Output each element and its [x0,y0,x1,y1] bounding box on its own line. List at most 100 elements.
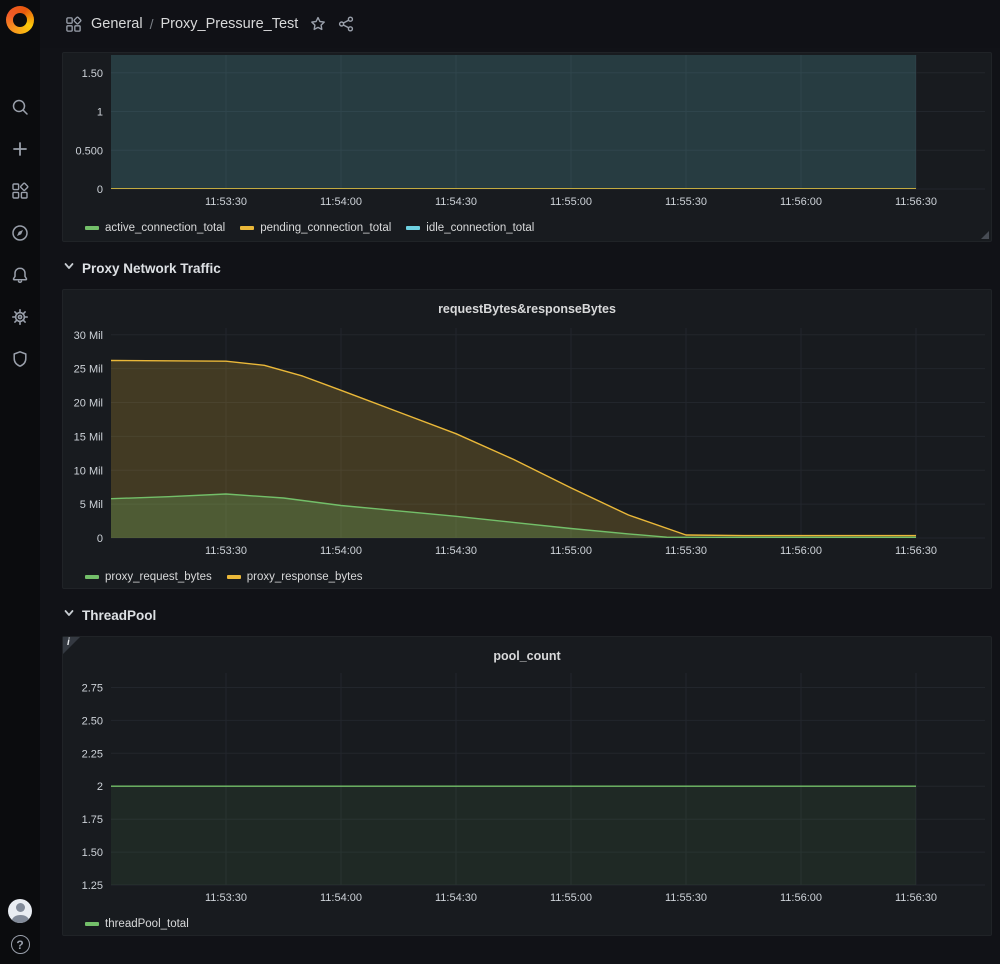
legend-item[interactable]: proxy_response_bytes [227,571,363,583]
svg-text:2.75: 2.75 [82,683,103,695]
svg-text:11:53:30: 11:53:30 [205,196,247,208]
search-icon [10,97,30,117]
gear-icon [11,308,29,326]
panel-pool-count: i pool_count 1.25 1.50 1.75 2 2.25 2.50 2.75 11… [62,636,992,936]
legend-item[interactable]: threadPool_total [85,918,189,930]
panel-request-response-bytes: requestBytes&responseBytes 0 5 Mil 10 Mil 1… [62,289,992,589]
legend-label: pending_connection_total [260,222,391,234]
svg-text:11:56:30: 11:56:30 [895,196,937,208]
share-button[interactable] [338,16,354,32]
request-response-bytes-timeseries-chart[interactable]: 0 5 Mil 10 Mil 15 Mil 20 Mil 25 Mil 30 Mil 11:5… [63,320,993,564]
connections-timeseries-chart[interactable]: 0 0.500 1 1.50 11:53:30 11:54:00 11:54:30 11:55… [63,53,993,215]
svg-text:11:56:30: 11:56:30 [895,892,937,904]
star-icon [310,16,326,32]
svg-text:1.50: 1.50 [82,847,103,859]
row-label: Proxy Network Traffic [82,261,221,276]
svg-text:2.25: 2.25 [82,748,103,760]
top-navbar: General / Proxy_Pressure_Test [40,0,1000,48]
compass-icon [11,224,29,242]
shield-icon [11,350,29,368]
svg-text:0: 0 [97,184,103,196]
svg-text:11:54:00: 11:54:00 [320,892,362,904]
svg-text:11:56:00: 11:56:00 [780,892,822,904]
svg-text:11:55:30: 11:55:30 [665,196,707,208]
panel-info-corner[interactable] [63,637,80,654]
svg-text:1.25: 1.25 [82,880,103,892]
panel-legend: threadPool_total [63,911,991,937]
panel-legend: proxy_request_bytes proxy_response_bytes [63,564,991,590]
svg-text:25 Mil: 25 Mil [74,364,103,376]
svg-text:11:54:00: 11:54:00 [320,196,362,208]
dashboards-grid-icon [11,182,29,200]
svg-text:1.50: 1.50 [82,68,103,80]
info-icon: i [67,637,70,648]
help-icon[interactable]: ? [11,935,30,954]
plus-icon [11,140,29,158]
svg-text:11:54:30: 11:54:30 [435,545,477,557]
sidebar-item-search[interactable] [4,91,36,123]
svg-text:10 Mil: 10 Mil [74,465,103,477]
svg-text:2: 2 [97,781,103,793]
bell-icon [11,266,29,284]
chevron-down-icon [62,606,76,625]
svg-text:15 Mil: 15 Mil [74,431,103,443]
legend-item[interactable]: active_connection_total [85,222,225,234]
panel-resize-handle[interactable] [981,231,989,239]
dashboard-canvas: 0 0.500 1 1.50 11:53:30 11:54:00 11:54:30 11:55… [40,48,1000,964]
svg-text:11:53:30: 11:53:30 [205,545,247,557]
panel-title[interactable]: pool_count [63,645,991,667]
sidebar-item-create[interactable] [4,133,36,165]
svg-text:11:55:00: 11:55:00 [550,545,592,557]
svg-text:11:54:30: 11:54:30 [435,892,477,904]
panel-connections: 0 0.500 1 1.50 11:53:30 11:54:00 11:54:30 11:55… [62,52,992,242]
breadcrumb-dashboard-title[interactable]: Proxy_Pressure_Test [160,16,298,32]
sidebar-item-dashboards[interactable] [4,175,36,207]
svg-text:5 Mil: 5 Mil [80,499,103,511]
svg-text:11:55:30: 11:55:30 [665,892,707,904]
svg-text:20 Mil: 20 Mil [74,398,103,410]
legend-label: proxy_request_bytes [105,571,212,583]
svg-text:11:53:30: 11:53:30 [205,892,247,904]
chevron-down-icon [62,259,76,278]
svg-text:11:55:00: 11:55:00 [550,196,592,208]
svg-text:11:54:00: 11:54:00 [320,545,362,557]
pool-count-timeseries-chart[interactable]: 1.25 1.50 1.75 2 2.25 2.50 2.75 11:53:30 11:54:0… [63,667,993,911]
svg-text:1: 1 [97,107,103,119]
svg-text:11:54:30: 11:54:30 [435,196,477,208]
series-color-swatch [85,922,99,926]
sidebar-item-alerting[interactable] [4,259,36,291]
series-color-swatch [85,226,99,230]
dashboards-grid-icon[interactable] [65,16,82,33]
grafana-logo[interactable] [6,6,34,34]
svg-text:11:56:30: 11:56:30 [895,545,937,557]
breadcrumb-separator: / [150,16,154,32]
svg-text:2.50: 2.50 [82,715,103,727]
legend-label: active_connection_total [105,222,225,234]
series-color-swatch [240,226,254,230]
legend-item[interactable]: proxy_request_bytes [85,571,212,583]
row-toggle-threadpool[interactable]: ThreadPool [62,602,992,628]
svg-text:0.500: 0.500 [75,145,103,157]
svg-text:1.75: 1.75 [82,814,103,826]
breadcrumb-folder[interactable]: General [91,16,143,32]
share-icon [338,16,354,32]
series-color-swatch [227,575,241,579]
svg-text:11:55:00: 11:55:00 [550,892,592,904]
legend-label: proxy_response_bytes [247,571,363,583]
legend-item[interactable]: pending_connection_total [240,222,391,234]
svg-text:0: 0 [97,533,103,545]
svg-text:11:56:00: 11:56:00 [780,196,822,208]
svg-text:30 Mil: 30 Mil [74,330,103,342]
star-button[interactable] [310,16,326,32]
panel-legend: active_connection_total pending_connecti… [63,215,991,241]
legend-item[interactable]: idle_connection_total [406,222,534,234]
series-color-swatch [85,575,99,579]
panel-title[interactable]: requestBytes&responseBytes [63,298,991,320]
sidebar-item-configuration[interactable] [4,301,36,333]
sidebar-item-server-admin[interactable] [4,343,36,375]
series-color-swatch [406,226,420,230]
row-toggle-proxy-network-traffic[interactable]: Proxy Network Traffic [62,255,992,281]
sidebar-item-explore[interactable] [4,217,36,249]
sidebar: ? [0,0,40,964]
user-avatar[interactable] [8,899,32,923]
